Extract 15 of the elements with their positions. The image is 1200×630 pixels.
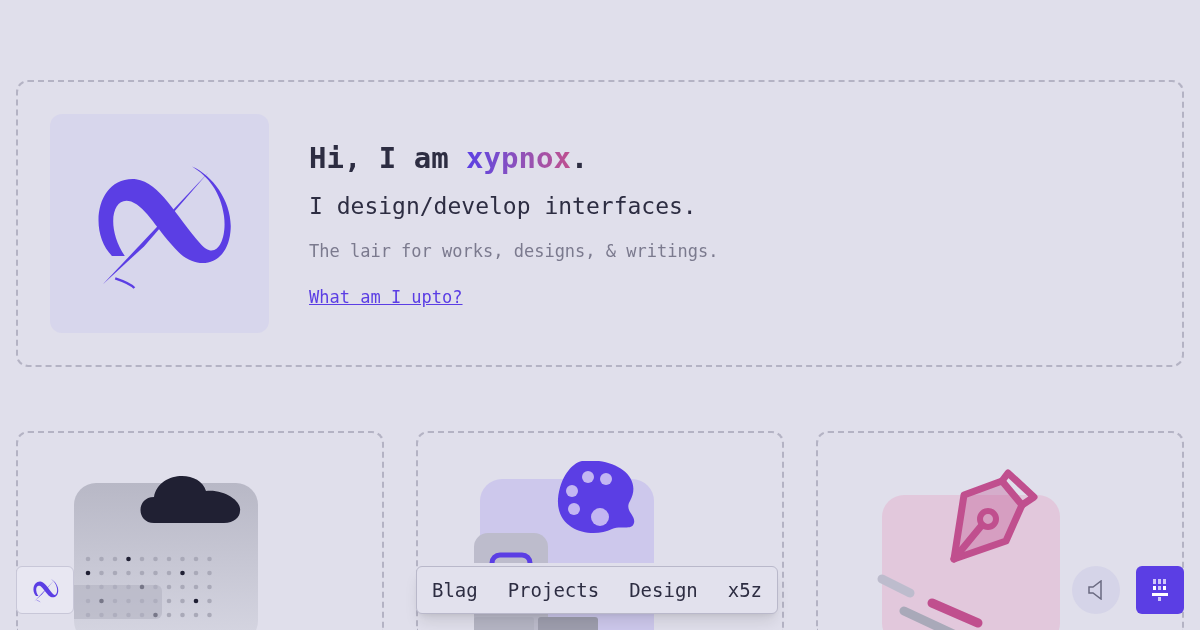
description-text: The lair for works, designs, & writings.: [309, 240, 719, 263]
menu-button[interactable]: [1136, 566, 1184, 614]
sound-button[interactable]: [1072, 566, 1120, 614]
greeting-text: Hi, I am: [309, 140, 449, 177]
upto-link[interactable]: What am I upto?: [309, 284, 463, 310]
nav-link[interactable]: x5z: [727, 575, 763, 605]
grid-keypad-icon: [1151, 578, 1169, 602]
feature-card[interactable]: [16, 431, 384, 630]
punctuation-text: .: [570, 140, 589, 177]
tagline-text: I design/develop interfaces.: [309, 191, 698, 221]
nav-link[interactable]: Blag: [431, 575, 478, 605]
speaker-icon: [1088, 580, 1104, 600]
nav-link[interactable]: Design: [629, 575, 698, 605]
nav-link[interactable]: Projects: [507, 575, 600, 605]
home-button[interactable]: [16, 566, 74, 614]
